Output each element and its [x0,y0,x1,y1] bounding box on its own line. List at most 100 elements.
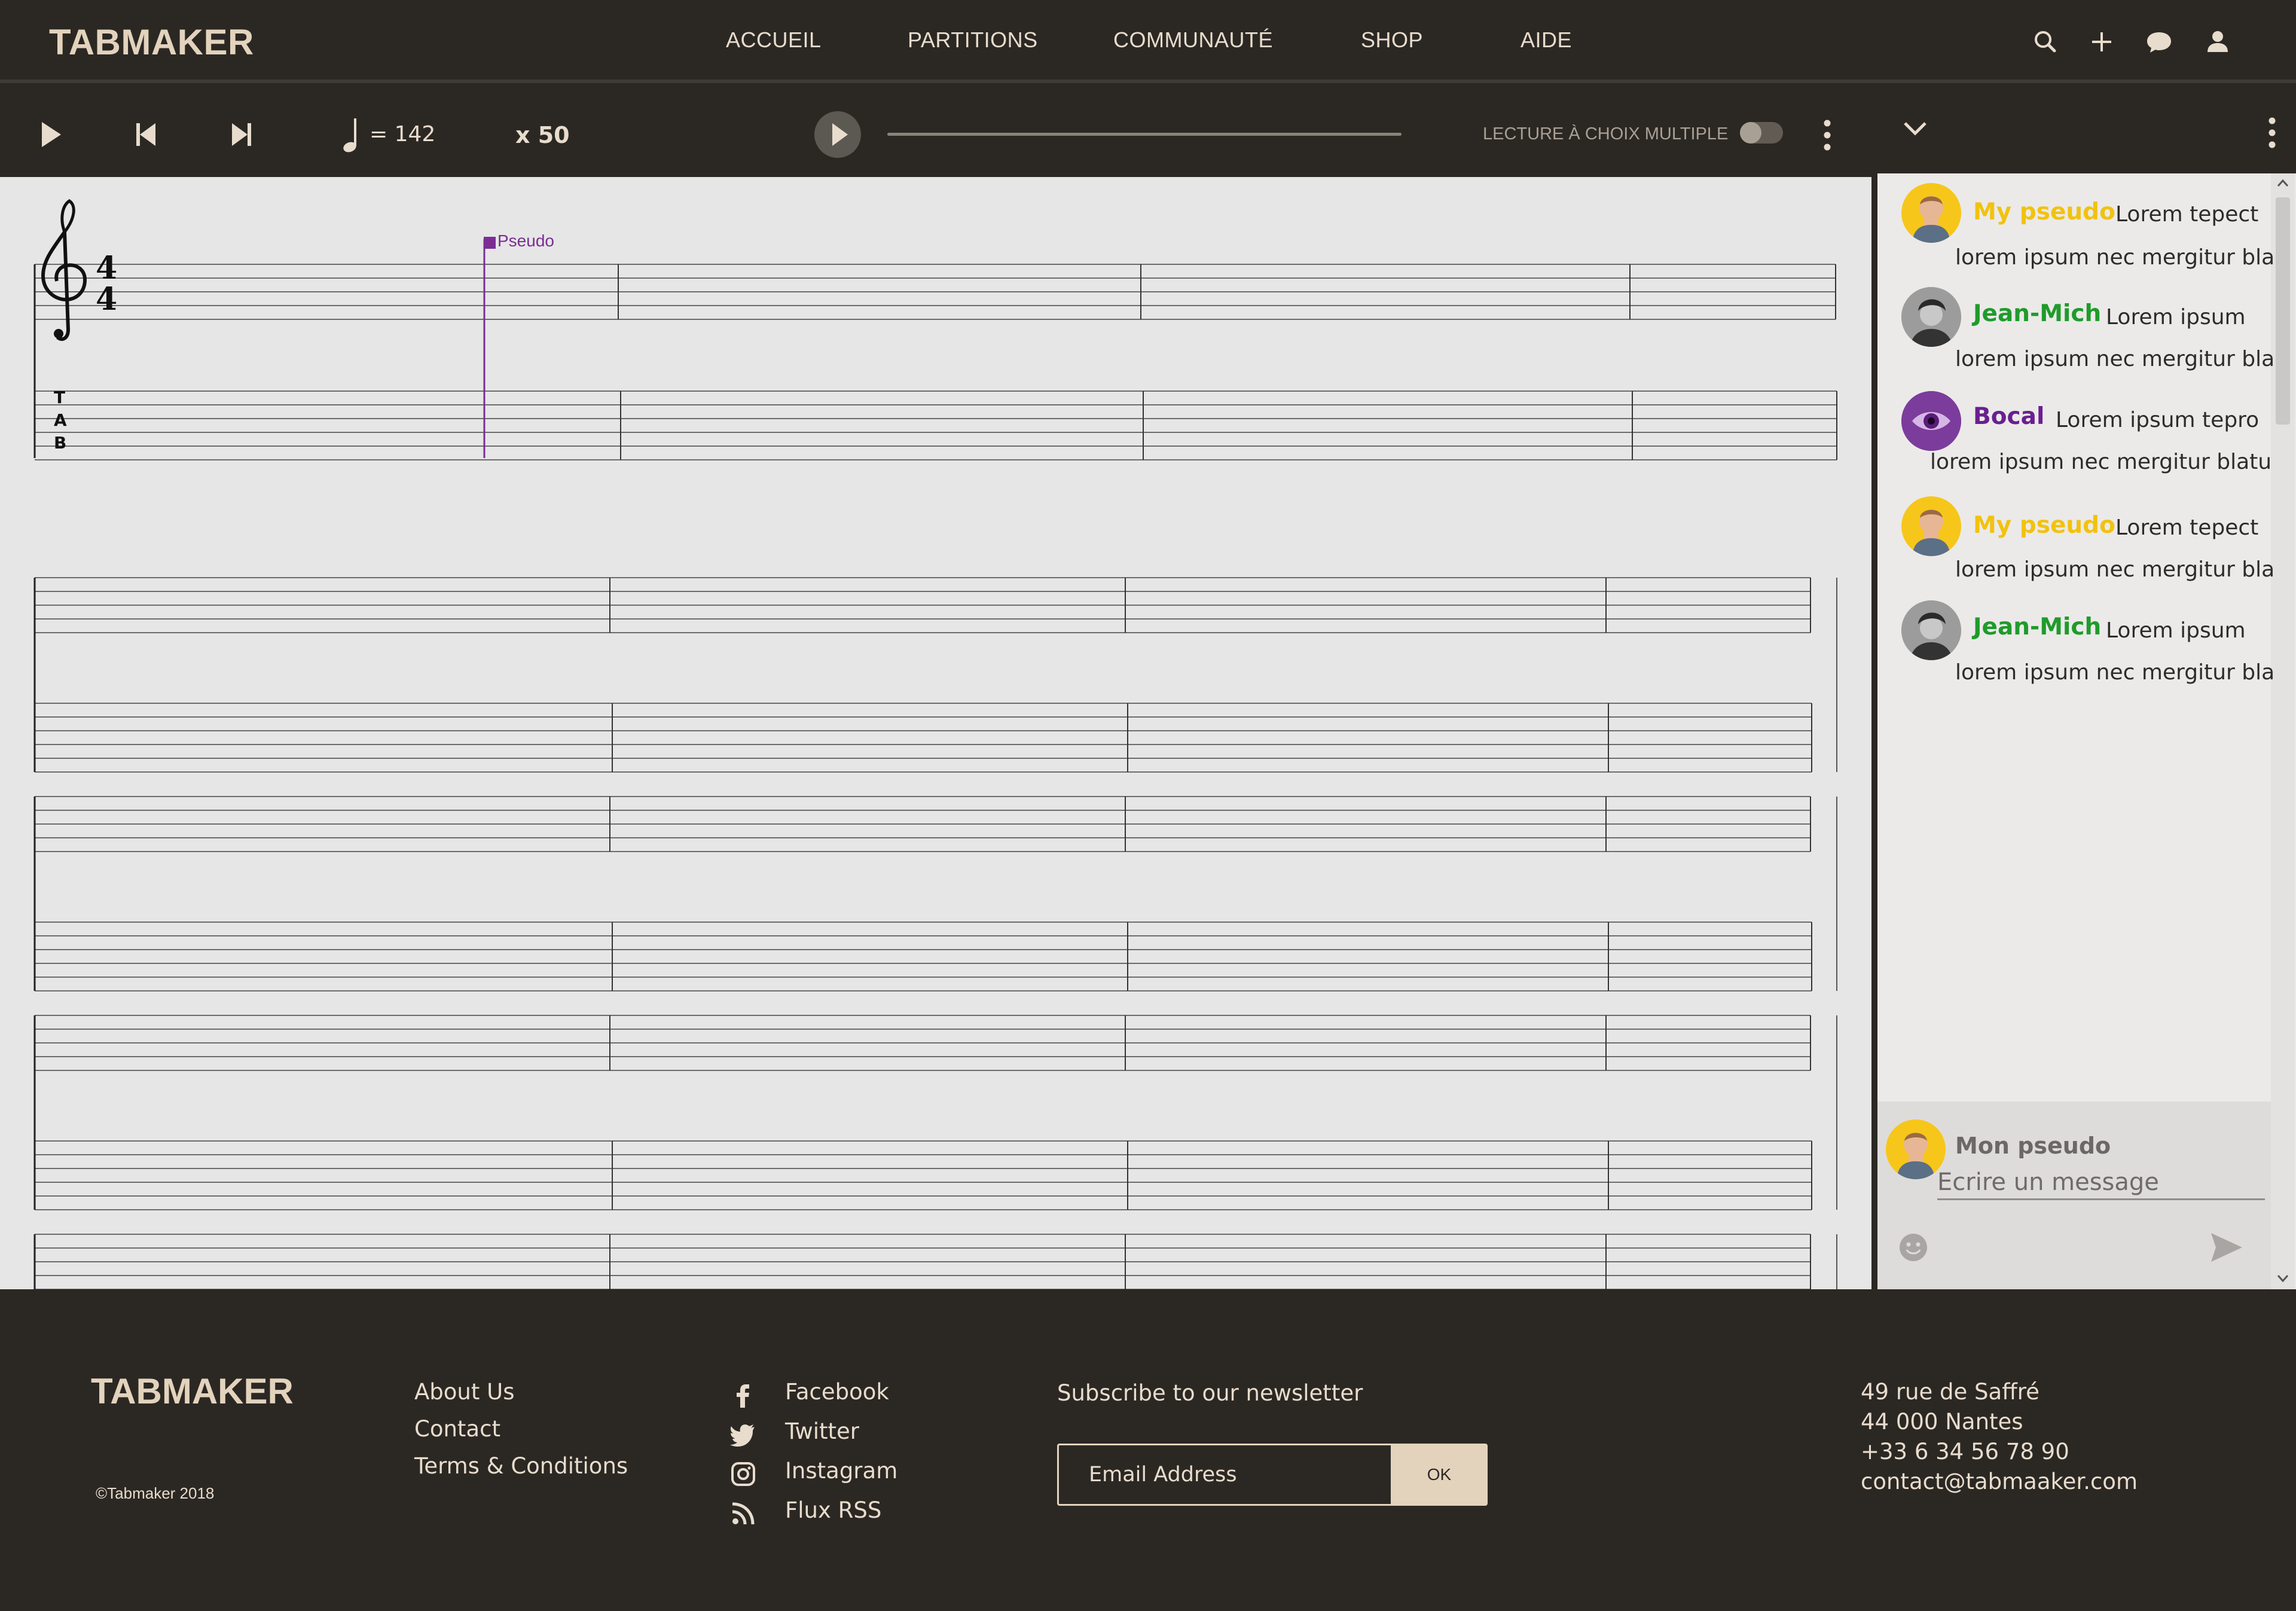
message-pseudo[interactable]: Jean-Mich [1973,614,2101,640]
time-signature-bottom: 4 [96,281,117,318]
skip-next-icon[interactable] [228,121,255,148]
avatar[interactable] [1901,600,1961,660]
tab-staff[interactable] [35,703,1812,773]
tab-letter-a: A [54,410,67,430]
chevron-down-icon[interactable] [1901,118,1929,139]
player-toolbar: = 142 x 50 LECTURE À CHOIX MULTIPLE [0,91,1871,177]
search-icon[interactable] [2031,27,2060,57]
score-sheet[interactable]: 4 4 T A B Pseudo [0,177,1871,1289]
composer-pseudo: Mon pseudo [1955,1133,2111,1159]
main-play-button[interactable] [813,110,862,159]
user-icon[interactable] [2203,27,2233,57]
address-phone[interactable]: +33 6 34 56 78 90 [1861,1439,2069,1464]
chat-panel: My pseudo Lorem tepect lorem ipsum nec m… [1871,91,2296,1289]
plus-icon[interactable] [2087,27,2117,57]
avatar[interactable] [1901,287,1961,347]
message-pseudo[interactable]: My pseudo [1973,199,2115,225]
message-text: lorem ipsum nec mergitur blatu [1930,450,2272,474]
nav-link-accueil[interactable]: ACCUEIL [726,28,822,53]
top-navigation-bar: TABMAKER ACCUEIL PARTITIONS COMMUNAUTÉ S… [0,0,2296,83]
footer-link-contact[interactable]: Contact [414,1416,500,1442]
address-email[interactable]: contact@tabmaaker.com [1861,1469,2138,1494]
chat-scrollbar[interactable] [2271,173,2295,1289]
message-pseudo[interactable]: My pseudo [1973,512,2115,539]
avatar [1886,1119,1946,1179]
chat-composer: Mon pseudo [1877,1102,2271,1289]
nav-link-aide[interactable]: AIDE [1521,28,1572,53]
social-link-facebook[interactable]: Facebook [729,1379,1004,1412]
tab-staff[interactable] [35,390,1837,460]
tempo-value[interactable]: = 142 [370,122,435,147]
music-staff[interactable] [34,796,1811,852]
scroll-up-icon[interactable] [2276,177,2290,189]
emoji-icon[interactable] [1898,1232,1929,1263]
tab-staff[interactable] [35,1140,1812,1210]
skip-previous-icon[interactable] [133,121,159,148]
newsletter-email-input[interactable] [1057,1444,1391,1506]
address-city: 44 000 Nantes [1861,1409,2023,1435]
instagram-icon [731,1462,755,1486]
newsletter-ok-button[interactable]: OK [1391,1444,1488,1506]
avatar[interactable] [1901,496,1961,556]
tab-staff[interactable] [35,922,1812,991]
nav-link-communaute[interactable]: COMMUNAUTÉ [1113,28,1273,53]
footer-brand-logo[interactable]: TABMAKER [91,1371,294,1412]
music-staff[interactable] [34,577,1811,633]
social-link-instagram[interactable]: Instagram [729,1458,1004,1491]
footer-link-about[interactable]: About Us [414,1379,515,1405]
treble-clef-icon [41,199,87,341]
music-staff[interactable] [34,264,1836,320]
nav-link-shop[interactable]: SHOP [1361,28,1423,53]
multiple-choice-toggle[interactable] [1740,122,1783,144]
send-icon[interactable] [2209,1231,2245,1264]
music-staff[interactable] [34,1234,1811,1289]
avatar[interactable] [1901,391,1961,451]
facebook-icon [737,1384,749,1408]
speed-value[interactable]: x 50 [515,122,570,148]
message-text: lorem ipsum nec mergitur bla [1955,245,2275,270]
scrollbar-thumb[interactable] [2276,197,2290,425]
message-pseudo[interactable]: Bocal [1973,403,2044,430]
message-pseudo[interactable]: Jean-Mich [1973,300,2101,327]
scroll-down-icon[interactable] [2276,1273,2290,1284]
multiple-choice-label: LECTURE À CHOIX MULTIPLE [1483,124,1729,144]
message-text: lorem ipsum nec mergitur bla [1955,660,2275,685]
chat-message[interactable]: My pseudo Lorem tepect lorem ipsum nec m… [1877,181,2275,282]
chat-message[interactable]: My pseudo Lorem tepect lorem ipsum nec m… [1877,494,2275,596]
nav-link-partitions[interactable]: PARTITIONS [908,28,1038,53]
social-link-rss[interactable]: Flux RSS [729,1497,1004,1531]
message-preview: Lorem tepect [2115,202,2259,227]
social-label: Flux RSS [785,1497,882,1523]
play-icon[interactable] [38,120,65,149]
footer: TABMAKER ©Tabmaker 2018 About Us Contact… [0,1289,2296,1611]
footer-link-terms[interactable]: Terms & Conditions [414,1453,628,1479]
brand-logo[interactable]: TABMAKER [49,22,254,63]
message-preview: Lorem ipsum tepro [2056,408,2260,432]
playback-progress-bar[interactable] [887,133,1402,136]
social-label: Instagram [785,1458,898,1484]
music-staff[interactable] [34,1015,1811,1071]
quarter-note-icon [343,118,356,152]
message-preview: Lorem tepect [2115,515,2259,540]
avatar[interactable] [1901,183,1961,243]
rss-icon [732,1502,755,1525]
notation-staves[interactable]: 4 4 T A B Pseudo [0,177,1871,1289]
chat-message[interactable]: Jean-Mich Lorem ipsum lorem ipsum nec me… [1877,598,2275,700]
cursor-user-label: Pseudo [497,231,554,250]
more-options-icon[interactable] [1820,118,1834,152]
chat-message[interactable]: Jean-Mich Lorem ipsum lorem ipsum nec me… [1877,285,2274,386]
chat-header [1877,91,2296,173]
chat-more-options-icon[interactable] [2265,116,2279,149]
social-label: Facebook [785,1379,889,1405]
newsletter-title: Subscribe to our newsletter [1057,1380,1363,1406]
tab-letter-b: B [54,433,66,453]
address-street: 49 rue de Saffré [1861,1379,2039,1405]
social-link-twitter[interactable]: Twitter [729,1418,1004,1452]
toggle-knob [1740,122,1761,144]
chat-bubble-icon[interactable] [2144,27,2174,57]
cursor-marker [484,237,496,249]
message-text: lorem ipsum nec mergitur bla [1955,557,2275,582]
message-preview: Lorem ipsum [2106,618,2246,643]
chat-message[interactable]: Bocal Lorem ipsum tepro lorem ipsum nec … [1877,389,2272,490]
message-input[interactable] [1937,1166,2265,1200]
